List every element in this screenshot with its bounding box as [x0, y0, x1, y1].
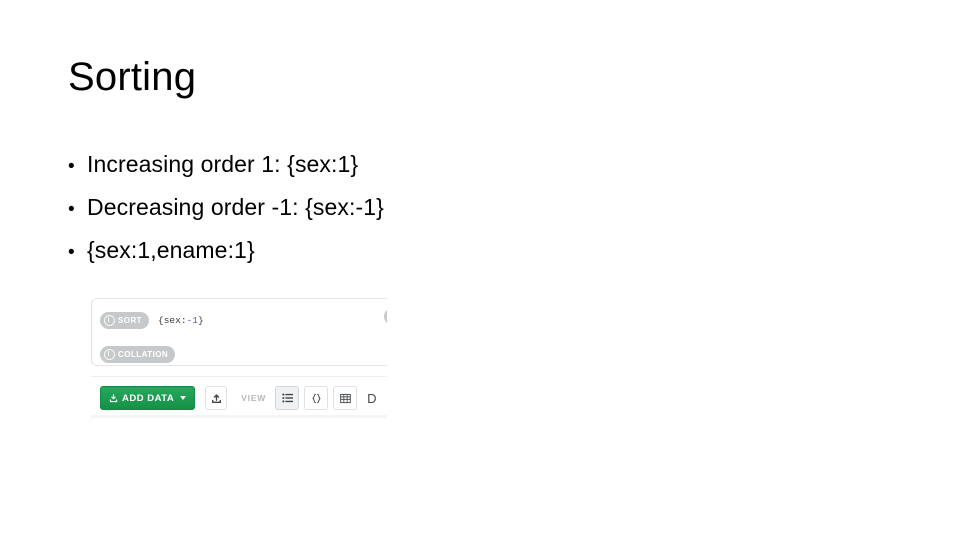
embedded-compass-screenshot: SORT {sex:-1} COLLATION SKIP ADD D: [91, 298, 387, 418]
view-mode-group: [275, 386, 358, 410]
list-item: • Increasing order 1: {sex:1}: [68, 144, 668, 187]
sort-value-prefix: {sex:: [158, 314, 187, 326]
bullet-dot-icon: •: [68, 156, 75, 177]
sort-value-input: {sex:-1}: [158, 315, 204, 326]
sort-value-number: -1: [186, 314, 198, 326]
braces-icon: [311, 393, 322, 404]
query-bar-panel: SORT {sex:-1} COLLATION SKIP: [91, 298, 387, 366]
sort-label-pill: SORT: [100, 311, 150, 329]
json-view-button: [304, 386, 329, 410]
toolbar-trailing-text: D: [367, 390, 377, 406]
table-icon: [339, 393, 351, 404]
info-icon: [104, 348, 115, 360]
page-title: Sorting: [68, 55, 197, 99]
list-view-button: [275, 386, 300, 410]
collection-toolbar: ADD DATA VIEW D: [91, 376, 387, 418]
collation-label-text: COLLATION: [118, 349, 169, 359]
list-icon: [281, 393, 293, 403]
list-item-label: Increasing order 1: {sex:1}: [87, 151, 359, 177]
list-item: • {sex:1,ename:1}: [68, 230, 668, 273]
upload-icon: [109, 393, 118, 403]
table-view-button: [333, 386, 358, 410]
collation-label-pill: COLLATION: [100, 345, 176, 363]
add-data-button: ADD DATA: [100, 386, 196, 410]
list-item: • Decreasing order -1: {sex:-1}: [68, 187, 668, 230]
bullet-list: • Increasing order 1: {sex:1} • Decreasi…: [68, 144, 668, 273]
list-item-label: Decreasing order -1: {sex:-1}: [87, 194, 384, 220]
bullet-dot-icon: •: [68, 199, 75, 220]
chevron-down-icon: [180, 396, 187, 400]
list-item-label: {sex:1,ename:1}: [87, 237, 255, 263]
sort-label-text: SORT: [118, 315, 143, 325]
sort-value-suffix: }: [197, 314, 204, 326]
add-data-label: ADD DATA: [122, 392, 175, 404]
export-button: [205, 386, 228, 410]
export-icon: [211, 393, 222, 404]
query-row-collation: COLLATION: [92, 337, 387, 371]
view-label: VIEW: [241, 393, 267, 403]
bullet-dot-icon: •: [68, 242, 75, 263]
info-icon: [104, 314, 115, 326]
query-row-sort: SORT {sex:-1}: [92, 303, 387, 337]
